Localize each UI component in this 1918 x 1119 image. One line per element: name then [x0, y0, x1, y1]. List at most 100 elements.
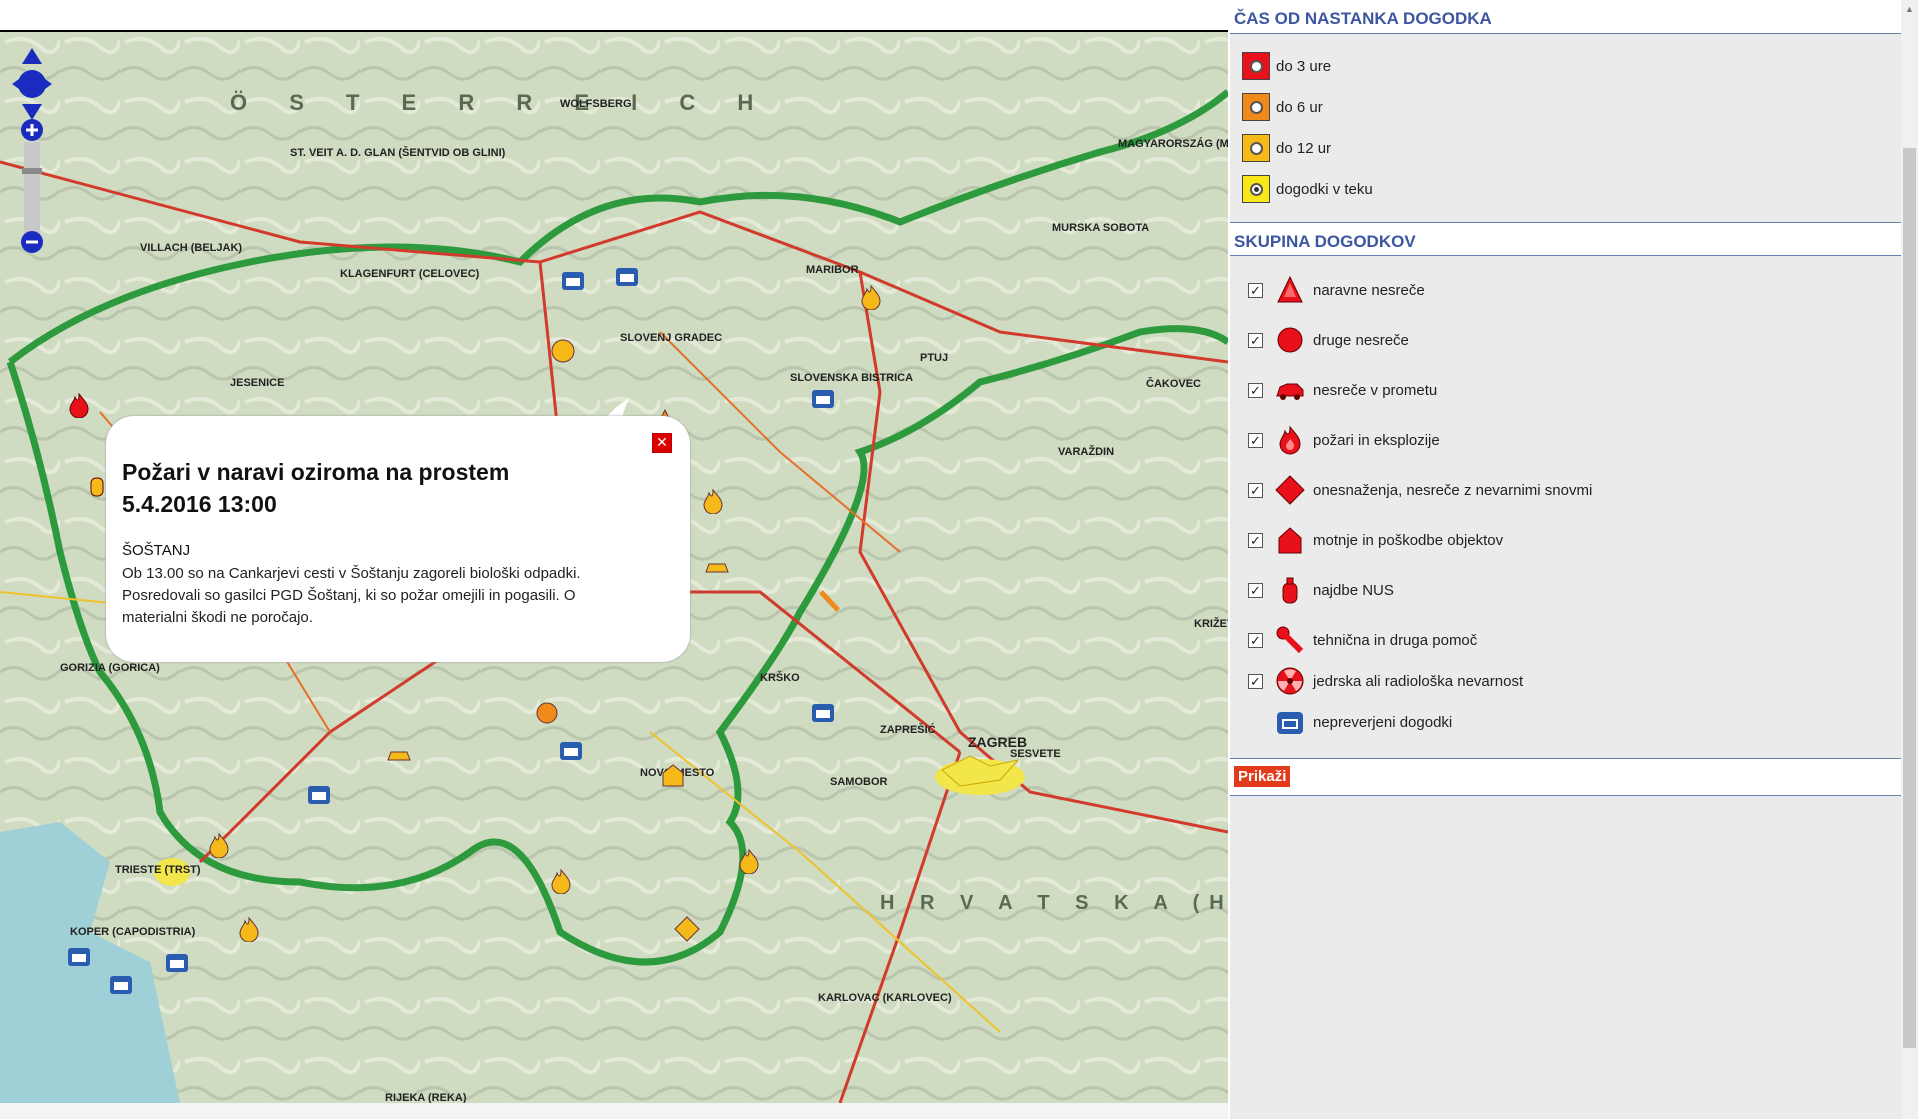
scrollbar-thumb[interactable]: [1903, 148, 1916, 1048]
map-label: KARLOVAC (KARLOVEC): [818, 992, 952, 1004]
phone-icon[interactable]: [108, 972, 134, 998]
time-swatch-icon: [1242, 52, 1270, 80]
time-swatch-icon: [1242, 93, 1270, 121]
group-label: jedrska ali radiološka nevarnost: [1313, 672, 1524, 690]
scroll-up-icon[interactable]: ▲: [1905, 4, 1914, 14]
map-label-croatia: H R V A T S K A (H R V A Š K A): [880, 892, 1228, 914]
pan-up-icon: [22, 48, 42, 64]
checkbox[interactable]: ✓: [1248, 432, 1263, 448]
group-item-najdbe-nus[interactable]: ✓ najdbe NUS: [1248, 575, 1394, 605]
wrench-icon[interactable]: [816, 588, 842, 614]
group-item-druge-nesrece[interactable]: ✓ druge nesreče: [1248, 325, 1409, 355]
map-label: KLAGENFURT (CELOVEC): [340, 268, 480, 280]
group-item-onesnazenja[interactable]: ✓ onesnaženja, nesreče z nevarnimi snovm…: [1248, 475, 1592, 505]
group-label: požari in eksplozije: [1313, 431, 1440, 449]
phone-icon[interactable]: [560, 268, 586, 294]
close-icon[interactable]: ✕: [652, 433, 672, 453]
time-swatch-icon: [1242, 175, 1270, 203]
time-legend-label: do 3 ure: [1276, 57, 1332, 75]
checkbox[interactable]: ✓: [1248, 673, 1263, 689]
show-bar: [1230, 758, 1901, 796]
map-label: KRŠKO: [760, 672, 800, 684]
fire-icon[interactable]: [236, 916, 262, 942]
checkbox[interactable]: ✓: [1248, 582, 1263, 598]
zoom-slider-handle: [22, 168, 42, 174]
phone-icon[interactable]: [558, 738, 584, 764]
checkbox[interactable]: ✓: [1248, 632, 1263, 648]
fire-icon[interactable]: [66, 392, 92, 418]
group-label: motnje in poškodbe objektov: [1313, 531, 1504, 549]
time-legend-item: dogodki v teku: [1242, 173, 1373, 205]
checkbox[interactable]: ✓: [1248, 282, 1263, 298]
popup-location: ŠOŠTANJ: [122, 542, 191, 559]
checkbox[interactable]: ✓: [1248, 332, 1263, 348]
group-item-nesrece-v-prometu[interactable]: ✓ nesreče v prometu: [1248, 375, 1437, 405]
group-item-motnje-objektov[interactable]: ✓ motnje in poškodbe objektov: [1248, 525, 1503, 555]
diamond-icon[interactable]: [674, 916, 700, 942]
time-swatch-icon: [1242, 134, 1270, 162]
group-item-pozari-in-eksplozije[interactable]: ✓ požari in eksplozije: [1248, 425, 1440, 455]
vertical-scrollbar[interactable]: ▲: [1901, 0, 1918, 1119]
fire-icon[interactable]: [858, 284, 884, 310]
fire-icon[interactable]: [700, 488, 726, 514]
map-label: SLOVENSKA BISTRICA: [790, 372, 914, 384]
checkbox-placeholder: [1248, 715, 1263, 730]
map-label-austria: Ö S T E R R E I C H: [230, 90, 772, 115]
phone-icon[interactable]: [810, 700, 836, 726]
car-icon: [1276, 383, 1304, 400]
map-label: TRIESTE (TRST): [115, 864, 201, 876]
group-label: tehnična in druga pomoč: [1313, 631, 1478, 649]
map-label: PTUJ: [920, 352, 949, 364]
circle-icon: [1277, 327, 1303, 353]
group-item-nepreverjeni[interactable]: nepreverjeni dogodki: [1248, 707, 1452, 737]
map-label: MAGYARORSZÁG (MADŽARSKA): [1118, 138, 1228, 150]
pan-down-icon: [22, 104, 42, 120]
house-icon: [1278, 527, 1302, 554]
time-legend-item: do 3 ure: [1242, 50, 1331, 82]
map-label: SAMOBOR: [830, 776, 888, 788]
car-icon[interactable]: [704, 554, 730, 580]
checkbox[interactable]: ✓: [1248, 382, 1263, 398]
time-legend-item: do 6 ur: [1242, 91, 1323, 123]
group-item-tehnicna-pomoc[interactable]: ✓ tehnična in druga pomoč: [1248, 625, 1477, 655]
pan-zoom-control[interactable]: [10, 44, 54, 264]
time-legend-label: do 6 ur: [1276, 98, 1323, 116]
event-popup: ✕ Požari v naravi oziroma na prostem 5.4…: [106, 416, 690, 662]
phone-icon[interactable]: [306, 782, 332, 808]
grenade-icon: [1282, 577, 1298, 604]
popup-title-type: Požari v naravi oziroma na prostem: [122, 459, 510, 485]
phone-icon[interactable]: [810, 386, 836, 412]
phone-icon[interactable]: [66, 944, 92, 970]
fire-icon: [1279, 425, 1301, 455]
fire-icon[interactable]: [206, 832, 232, 858]
popup-title: Požari v naravi oziroma na prostem 5.4.2…: [122, 456, 509, 520]
checkbox[interactable]: ✓: [1248, 482, 1263, 498]
fire-icon[interactable]: [736, 848, 762, 874]
horizontal-scrollbar[interactable]: [0, 1103, 1228, 1119]
checkbox[interactable]: ✓: [1248, 532, 1263, 548]
group-item-naravne-nesrece[interactable]: ✓ naravne nesreče: [1248, 275, 1425, 305]
time-legend-item: do 12 ur: [1242, 132, 1331, 164]
house-icon[interactable]: [660, 762, 686, 788]
phone-icon[interactable]: [164, 950, 190, 976]
map-label: VILLACH (BELJAK): [140, 242, 243, 254]
map-label: ČAKOVEC: [1146, 378, 1202, 390]
group-item-jedrska-nevarnost[interactable]: ✓ jedrska ali radiološka nevarnost: [1248, 666, 1523, 696]
pan-right-icon: [38, 74, 52, 94]
map-label: WOLFSBERG: [560, 98, 632, 110]
group-label: onesnaženja, nesreče z nevarnimi snovmi: [1313, 481, 1593, 499]
tree-icon: [1277, 275, 1303, 303]
incident-area-zagreb[interactable]: [940, 750, 1020, 790]
car-icon[interactable]: [386, 742, 412, 768]
map-label: GORIZIA (GORICA): [60, 662, 160, 674]
circle-icon[interactable]: [550, 338, 576, 364]
phone-icon[interactable]: [614, 264, 640, 290]
wrench-icon: [1276, 626, 1304, 654]
pan-left-icon: [12, 74, 26, 94]
map-label: ST. VEIT A. D. GLAN (ŠENTVID OB GLINI): [290, 147, 506, 159]
circle-icon[interactable]: [534, 700, 560, 726]
fire-icon[interactable]: [548, 868, 574, 894]
map-label: VARAŽDIN: [1058, 446, 1115, 458]
map-label: KOPER (CAPODISTRIA): [70, 926, 196, 938]
show-button[interactable]: Prikaži: [1234, 766, 1291, 787]
